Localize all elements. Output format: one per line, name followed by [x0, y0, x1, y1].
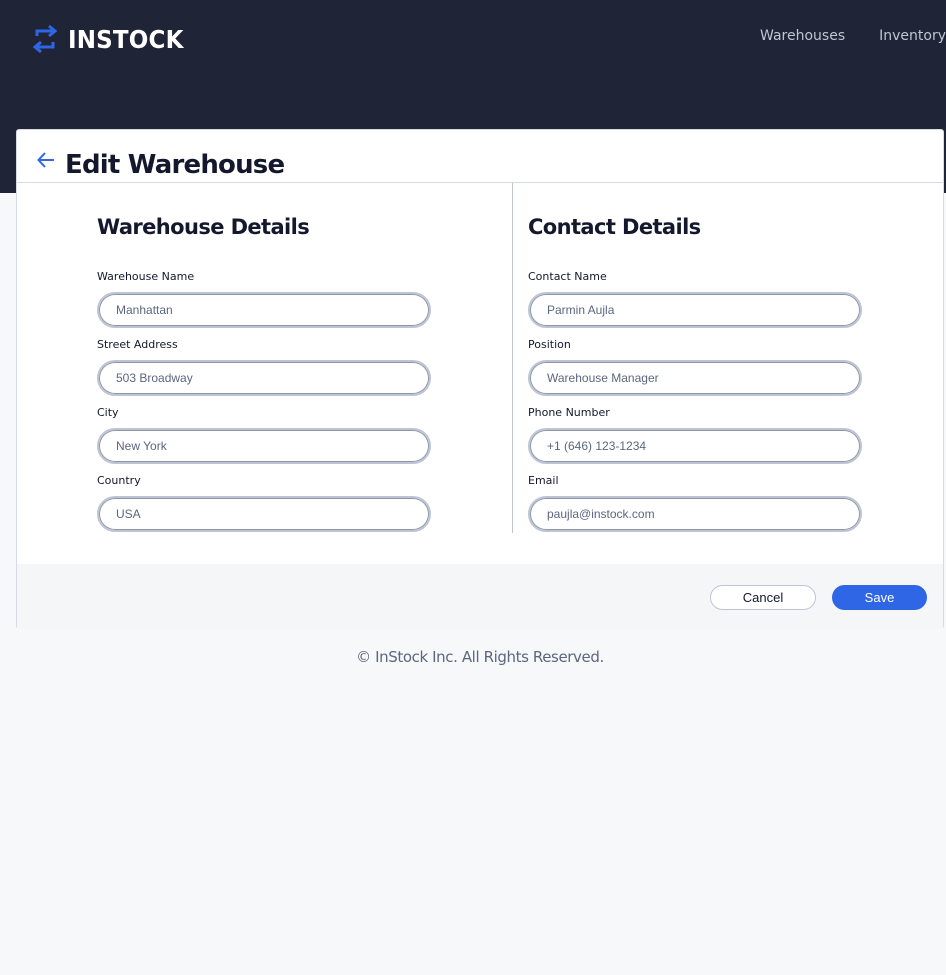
main-nav: Warehouses Inventory — [726, 28, 946, 44]
street-address-input[interactable] — [97, 360, 431, 396]
nav-inventory[interactable]: Inventory — [879, 28, 946, 44]
warehouse-name-input[interactable] — [97, 292, 431, 328]
position-input[interactable] — [528, 360, 862, 396]
contact-details-title: Contact Details — [528, 215, 701, 239]
email-input[interactable] — [528, 496, 862, 532]
city-label: City — [97, 406, 119, 419]
phone-number-input[interactable] — [528, 428, 862, 464]
nav-warehouses[interactable]: Warehouses — [760, 28, 845, 44]
city-input[interactable] — [97, 428, 431, 464]
edit-warehouse-card: Edit Warehouse Warehouse Details Warehou… — [16, 129, 944, 629]
contact-name-label: Contact Name — [528, 270, 607, 283]
email-label: Email — [528, 474, 559, 487]
warehouse-name-label: Warehouse Name — [97, 270, 195, 283]
copyright-text: © InStock Inc. All Rights Reserved. — [356, 648, 604, 666]
swap-arrows-icon — [32, 24, 58, 54]
street-address-label: Street Address — [97, 338, 178, 351]
page-title: Edit Warehouse — [65, 150, 285, 180]
contact-name-input[interactable] — [528, 292, 862, 328]
position-label: Position — [528, 338, 571, 351]
phone-number-label: Phone Number — [528, 406, 610, 419]
brand-name: INSTOCK — [68, 24, 184, 54]
arrow-back-icon[interactable] — [37, 152, 55, 168]
country-input[interactable] — [97, 496, 431, 532]
title-row: Edit Warehouse — [17, 130, 943, 183]
form-actions-bar: Cancel Save — [17, 564, 943, 629]
brand-logo[interactable]: INSTOCK — [32, 24, 194, 54]
section-divider — [512, 183, 513, 533]
country-label: Country — [97, 474, 141, 487]
cancel-button[interactable]: Cancel — [710, 585, 816, 610]
warehouse-details-title: Warehouse Details — [97, 215, 310, 239]
save-button[interactable]: Save — [832, 585, 927, 610]
